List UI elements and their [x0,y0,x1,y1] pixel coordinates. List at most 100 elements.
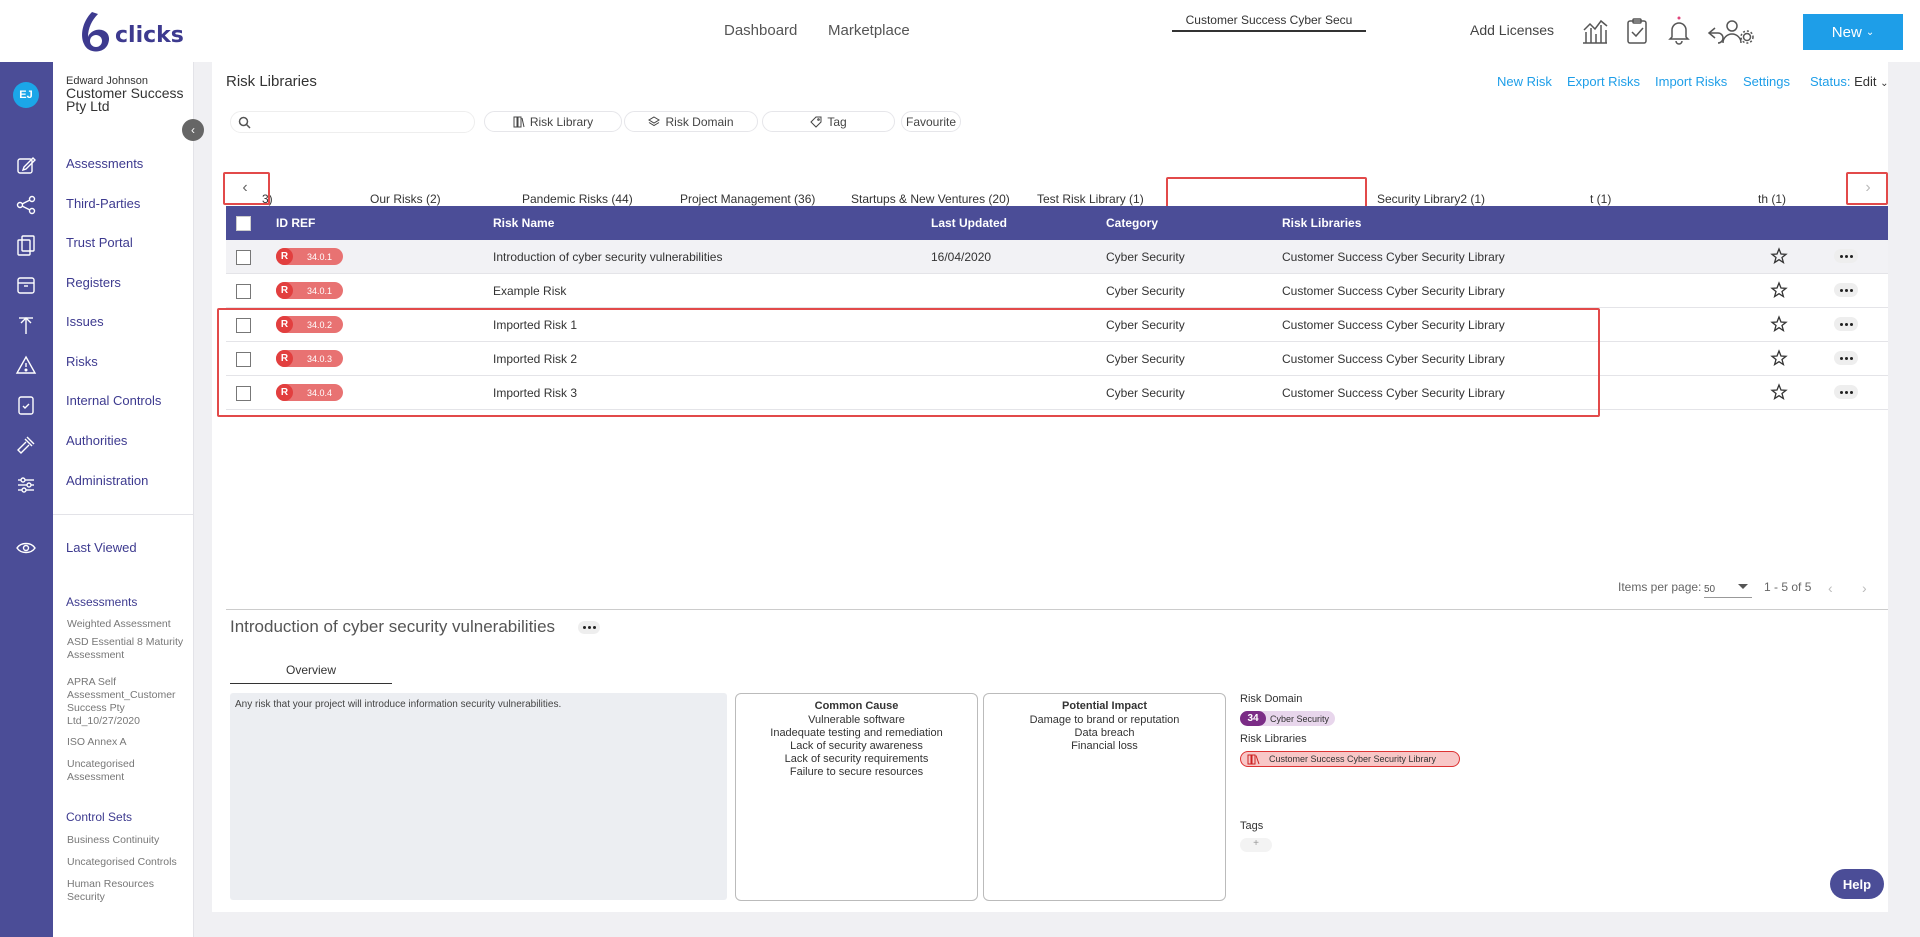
potential-impact-card: Potential Impact Damage to brand or repu… [983,693,1226,901]
row-more-options-icon[interactable] [1834,351,1858,365]
filter-risk-library-label: Risk Library [529,114,594,129]
collapse-sidebar-button[interactable]: ‹ [182,119,204,141]
row-more-options-icon[interactable] [1834,317,1858,331]
favourite-star-icon[interactable] [1770,349,1788,367]
issues-icon[interactable] [15,314,37,336]
column-header[interactable]: Category [1106,216,1158,230]
documents-icon[interactable] [15,234,37,256]
recent-assessment-item[interactable]: ASD Essential 8 Maturity Assessment [67,636,189,662]
recent-assessment-item[interactable]: APRA Self Assessment_Customer Success Pt… [67,676,189,728]
sidebar-item-issues[interactable]: Issues [66,314,104,329]
favourite-star-icon[interactable] [1770,247,1788,265]
status-dropdown[interactable]: Status: Edit ⌄ [1810,74,1889,89]
detail-more-options-icon[interactable] [578,621,600,634]
control-set-item[interactable]: Human Resources Security [67,878,189,904]
risk-name[interactable]: Example Risk [493,284,566,298]
nav-dashboard[interactable]: Dashboard [724,22,797,39]
sidebar-item-assessments[interactable]: Assessments [66,156,143,171]
risk-id-badge: R 34.0.1 [276,282,343,299]
notifications-bell-icon[interactable] [1664,16,1694,46]
tab-overview[interactable]: Overview [230,660,392,684]
settings-link[interactable]: Settings [1743,74,1790,89]
sidebar-item-administration[interactable]: Administration [66,473,148,488]
column-header[interactable]: Risk Libraries [1282,216,1361,230]
column-header[interactable]: ID REF [276,216,315,230]
network-icon[interactable] [15,194,37,216]
sliders-icon[interactable] [15,474,37,496]
gavel-icon[interactable] [15,434,37,456]
new-button[interactable]: New ⌄ [1803,14,1903,50]
eye-icon[interactable] [15,537,37,559]
row-checkbox[interactable] [236,284,251,299]
clipboard-check-icon[interactable] [1622,16,1652,46]
recent-assessment-item[interactable]: ISO Annex A [67,736,189,749]
column-header[interactable]: Risk Name [493,216,554,230]
tab-library[interactable]: th (1) [1758,192,1786,206]
favourite-star-icon[interactable] [1770,315,1788,333]
edit-icon[interactable] [15,154,37,176]
recent-assessment-item[interactable]: Weighted Assessment [67,618,189,631]
recent-assessment-item[interactable]: Uncategorised Assessment [67,758,189,784]
tab-library[interactable]: Our Risks (2) [370,192,441,206]
risk-domain-number: 34 [1240,711,1266,726]
add-licenses-link[interactable]: Add Licenses [1470,22,1554,38]
export-risks-link[interactable]: Export Risks [1567,74,1640,89]
warning-icon[interactable] [15,354,37,376]
table-row[interactable]: R 34.0.1 Example Risk Cyber Security Cust… [226,274,1888,308]
table-row[interactable]: R 34.0.1 Introduction of cyber security v… [226,240,1888,274]
tab-library[interactable]: Startups & New Ventures (20) [851,192,1010,206]
user-settings-icon[interactable] [1706,16,1756,46]
filter-risk-domain[interactable]: Risk Domain [624,111,758,132]
row-more-options-icon[interactable] [1834,385,1858,399]
filter-tag[interactable]: Tag [762,111,895,132]
tab-library[interactable]: Project Management (36) [680,192,815,206]
risk-name[interactable]: Introduction of cyber security vulnerabi… [493,250,722,264]
row-more-options-icon[interactable] [1834,249,1858,263]
import-risks-link[interactable]: Import Risks [1655,74,1727,89]
sidebar-item-registers[interactable]: Registers [66,275,121,290]
table-header: ID REF Risk Name Last Updated Category R… [226,206,1888,240]
prev-arrow-highlight [223,172,270,205]
prev-page-icon[interactable]: ‹ [1828,580,1833,596]
nav-marketplace[interactable]: Marketplace [828,22,910,39]
help-button[interactable]: Help [1830,869,1884,899]
items-per-page-select[interactable]: 50 [1704,578,1752,598]
register-icon[interactable] [15,274,37,296]
sidebar: Edward Johnson Customer Success Pty Ltd … [53,62,204,937]
sidebar-item-risks[interactable]: Risks [66,354,98,369]
row-checkbox[interactable] [236,250,251,265]
sidebar-item-internal-controls[interactable]: Internal Controls [66,393,161,408]
select-all-checkbox[interactable] [236,216,251,231]
favourite-star-icon[interactable] [1770,383,1788,401]
org-name[interactable]: Customer Success Pty Ltd [66,86,186,113]
detail-title: Introduction of cyber security vulnerabi… [230,617,556,636]
filter-risk-library[interactable]: Risk Library [484,111,622,132]
sidebar-item-last-viewed[interactable]: Last Viewed [66,540,137,555]
avatar[interactable]: EJ [13,82,39,108]
next-page-icon[interactable]: › [1862,580,1867,596]
risk-id-badge: R 34.0.1 [276,248,343,265]
risk-domain-chip[interactable]: 34 Cyber Security [1240,711,1336,726]
control-set-item[interactable]: Business Continuity [67,834,189,847]
tab-library[interactable]: Test Risk Library (1) [1037,192,1144,206]
sidebar-item-authorities[interactable]: Authorities [66,433,127,448]
sidebar-item-trust-portal[interactable]: Trust Portal [66,235,133,250]
new-risk-link[interactable]: New Risk [1497,74,1552,89]
filter-favourite[interactable]: Favourite [901,111,961,132]
tab-library[interactable]: t (1) [1590,192,1611,206]
add-tag-button[interactable]: + [1240,838,1272,852]
sidebar-item-third-parties[interactable]: Third-Parties [66,196,140,211]
tab-library-active[interactable]: Customer Success Cyber Secu [1172,8,1366,32]
controls-icon[interactable] [15,394,37,416]
row-more-options-icon[interactable] [1834,283,1858,297]
control-set-item[interactable]: Uncategorised Controls [67,856,189,869]
analytics-icon[interactable] [1580,16,1610,46]
risk-library-chip[interactable]: Customer Success Cyber Security Library [1240,751,1460,767]
column-header[interactable]: Last Updated [931,216,1007,230]
favourite-star-icon[interactable] [1770,281,1788,299]
risk-badge-letter: R [276,248,293,265]
tab-library[interactable]: Security Library2 (1) [1377,192,1485,206]
tab-library[interactable]: Pandemic Risks (44) [522,192,633,206]
imported-rows-highlight [217,308,1600,417]
search-input[interactable] [259,114,459,130]
